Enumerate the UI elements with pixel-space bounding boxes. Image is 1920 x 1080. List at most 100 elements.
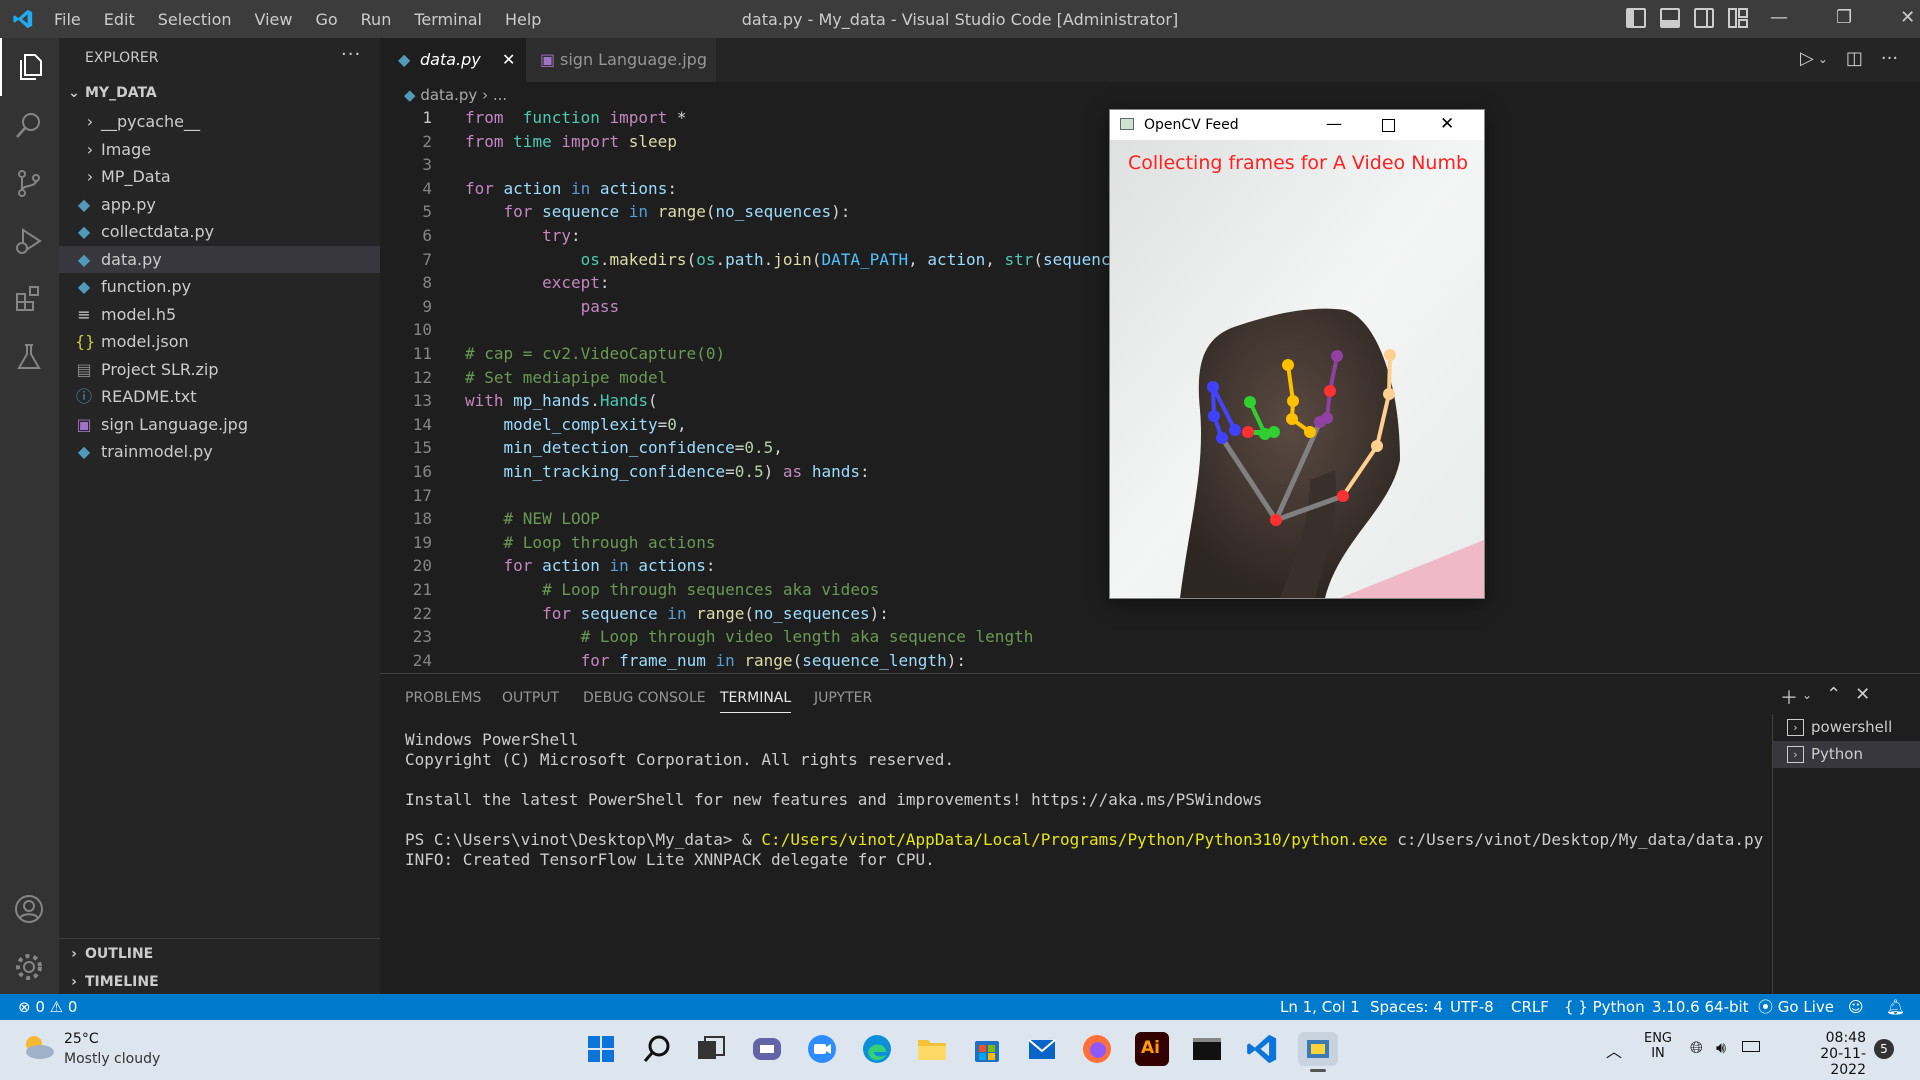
edge-icon[interactable]: [860, 1032, 894, 1066]
tab-terminal[interactable]: TERMINAL: [720, 690, 792, 713]
weather-temp[interactable]: 25°C: [64, 1031, 99, 1047]
code-line[interactable]: for sequence in range(no_sequences):: [465, 604, 889, 623]
network-icon[interactable]: 🌐︎: [1690, 1038, 1703, 1058]
manage-gear-icon[interactable]: [0, 938, 59, 996]
restore-icon[interactable]: ❐: [1836, 7, 1852, 28]
timeline-section[interactable]: › TIMELINE: [59, 969, 380, 996]
code-line[interactable]: # Loop through actions: [465, 533, 716, 552]
maximize-panel-icon[interactable]: ⌃: [1826, 684, 1841, 710]
code-line[interactable]: # Set mediapipe model: [465, 368, 667, 387]
battery-icon[interactable]: [1742, 1041, 1760, 1052]
run-dropdown-icon[interactable]: ⌄: [1818, 52, 1828, 69]
explorer-item[interactable]: ▤ Project SLR.zip: [59, 356, 380, 383]
weather-cloud-icon[interactable]: [20, 1032, 56, 1062]
code-line[interactable]: for action in actions:: [465, 179, 677, 198]
illustrator-icon[interactable]: Ai: [1135, 1032, 1169, 1066]
explorer-item[interactable]: ◆ collectdata.py: [59, 218, 380, 245]
firefox-icon[interactable]: [1080, 1032, 1114, 1066]
teams-chat-icon[interactable]: [750, 1032, 784, 1066]
input-language[interactable]: ENG IN: [1643, 1031, 1673, 1061]
explorer-item[interactable]: ◆ data.py: [59, 245, 380, 273]
code-line[interactable]: for frame_num in range(sequence_length):: [465, 651, 966, 670]
explorer-item[interactable]: ◆ function.py: [59, 273, 380, 300]
taskbar-search-icon[interactable]: [640, 1032, 674, 1066]
code-line[interactable]: with mp_hands.Hands(: [465, 391, 658, 410]
accounts-icon[interactable]: [0, 880, 59, 938]
opencv-titlebar[interactable]: OpenCV Feed — ✕: [1110, 110, 1484, 140]
minimize-icon[interactable]: —: [1770, 7, 1788, 28]
code-line[interactable]: from time import sleep: [465, 132, 677, 151]
volume-icon[interactable]: 🔊︎: [1716, 1038, 1726, 1058]
source-control-icon[interactable]: [0, 154, 59, 212]
vscode-taskbar-icon[interactable]: [1245, 1032, 1279, 1066]
microsoft-store-icon[interactable]: [970, 1032, 1004, 1066]
zoom-icon[interactable]: [805, 1032, 839, 1066]
explorer-item[interactable]: ≡ model.h5: [59, 301, 380, 328]
weather-desc[interactable]: Mostly cloudy: [64, 1051, 160, 1067]
tab-sign-language-jpg[interactable]: ▣ sign Language.jpg: [526, 38, 716, 82]
code-line[interactable]: model_complexity=0,: [465, 415, 687, 434]
more-actions-icon[interactable]: ···: [341, 44, 361, 65]
code-line[interactable]: # Loop through sequences aka videos: [465, 580, 879, 599]
tab-debug-console[interactable]: DEBUG CONSOLE: [583, 690, 706, 706]
more-editor-actions-icon[interactable]: ···: [1881, 48, 1898, 69]
explorer-item[interactable]: › Image: [59, 136, 380, 163]
testing-icon[interactable]: [0, 328, 59, 386]
close-tab-icon[interactable]: ✕: [502, 38, 515, 82]
outline-section[interactable]: › OUTLINE: [59, 941, 380, 968]
new-terminal-icon[interactable]: ＋: [1780, 684, 1798, 710]
tab-output[interactable]: OUTPUT: [502, 690, 559, 706]
terminal-item-powershell[interactable]: › powershell: [1773, 714, 1920, 741]
close-window-icon[interactable]: ✕: [1900, 7, 1915, 28]
start-icon[interactable]: [584, 1032, 618, 1066]
encoding[interactable]: UTF-8: [1450, 994, 1494, 1020]
cursor-position[interactable]: Ln 1, Col 1: [1280, 994, 1360, 1020]
explorer-item[interactable]: ◆ trainmodel.py: [59, 438, 380, 465]
editor-scrollbar[interactable]: [1902, 108, 1920, 673]
code-line[interactable]: # Loop through video length aka sequence…: [465, 627, 1034, 646]
code-line[interactable]: min_tracking_confidence=0.5) as hands:: [465, 462, 870, 481]
code-line[interactable]: # cap = cv2.VideoCapture(0): [465, 344, 725, 363]
line-ending[interactable]: CRLF: [1511, 994, 1549, 1020]
tab-jupyter[interactable]: JUPYTER: [814, 690, 872, 706]
go-live-button[interactable]: ⦿ Go Live: [1758, 994, 1834, 1020]
toggle-panel-icon[interactable]: [1660, 8, 1680, 28]
explorer-item[interactable]: ◆ app.py: [59, 191, 380, 218]
search-icon[interactable]: [0, 96, 59, 154]
run-debug-icon[interactable]: [0, 212, 59, 270]
code-line[interactable]: os.makedirs(os.path.join(DATA_PATH, acti…: [465, 250, 1111, 269]
problems-status[interactable]: ⊗ 0 ⚠ 0: [18, 994, 77, 1020]
code-line[interactable]: for action in actions:: [465, 556, 716, 575]
explorer-item[interactable]: ⓘ README.txt: [59, 383, 380, 410]
code-line[interactable]: except:: [465, 273, 609, 292]
toggle-secondary-sidebar-icon[interactable]: [1694, 8, 1714, 28]
toggle-sidebar-icon[interactable]: [1626, 8, 1646, 28]
breadcrumb-file[interactable]: data.py: [420, 86, 477, 104]
terminal-item-python[interactable]: › Python: [1773, 741, 1920, 768]
code-line[interactable]: # NEW LOOP: [465, 509, 600, 528]
terminal-app-icon[interactable]: [1190, 1032, 1224, 1066]
explorer-item[interactable]: ▣ sign Language.jpg: [59, 411, 380, 438]
mail-icon[interactable]: [1025, 1032, 1059, 1066]
show-hidden-icons-icon[interactable]: ︿: [1606, 1038, 1622, 1062]
notifications-bell-icon[interactable]: 🔔︎: [1886, 994, 1905, 1020]
python-taskbar-icon[interactable]: [1298, 1032, 1338, 1072]
workspace-root[interactable]: ⌄ MY_DATA: [59, 80, 380, 107]
explorer-icon[interactable]: [0, 38, 59, 96]
file-explorer-icon[interactable]: [915, 1032, 949, 1066]
explorer-item[interactable]: › __pycache__: [59, 108, 380, 135]
explorer-item[interactable]: › MP_Data: [59, 163, 380, 190]
opencv-minimize-icon[interactable]: —: [1326, 114, 1342, 133]
customize-layout-icon[interactable]: [1728, 8, 1748, 28]
code-line[interactable]: try:: [465, 226, 581, 245]
code-line[interactable]: min_detection_confidence=0.5,: [465, 438, 783, 457]
opencv-window[interactable]: OpenCV Feed — ✕ Collecting frames for A …: [1109, 109, 1485, 599]
opencv-maximize-icon[interactable]: [1382, 119, 1395, 132]
run-file-icon[interactable]: ▷: [1800, 48, 1814, 69]
explorer-item[interactable]: {} model.json: [59, 328, 380, 355]
opencv-close-icon[interactable]: ✕: [1440, 114, 1454, 134]
clock[interactable]: 08:48 20-11-2022: [1786, 1030, 1866, 1078]
split-editor-icon[interactable]: ◫: [1846, 48, 1863, 69]
extensions-icon[interactable]: [0, 270, 59, 328]
task-view-icon[interactable]: [694, 1032, 728, 1066]
